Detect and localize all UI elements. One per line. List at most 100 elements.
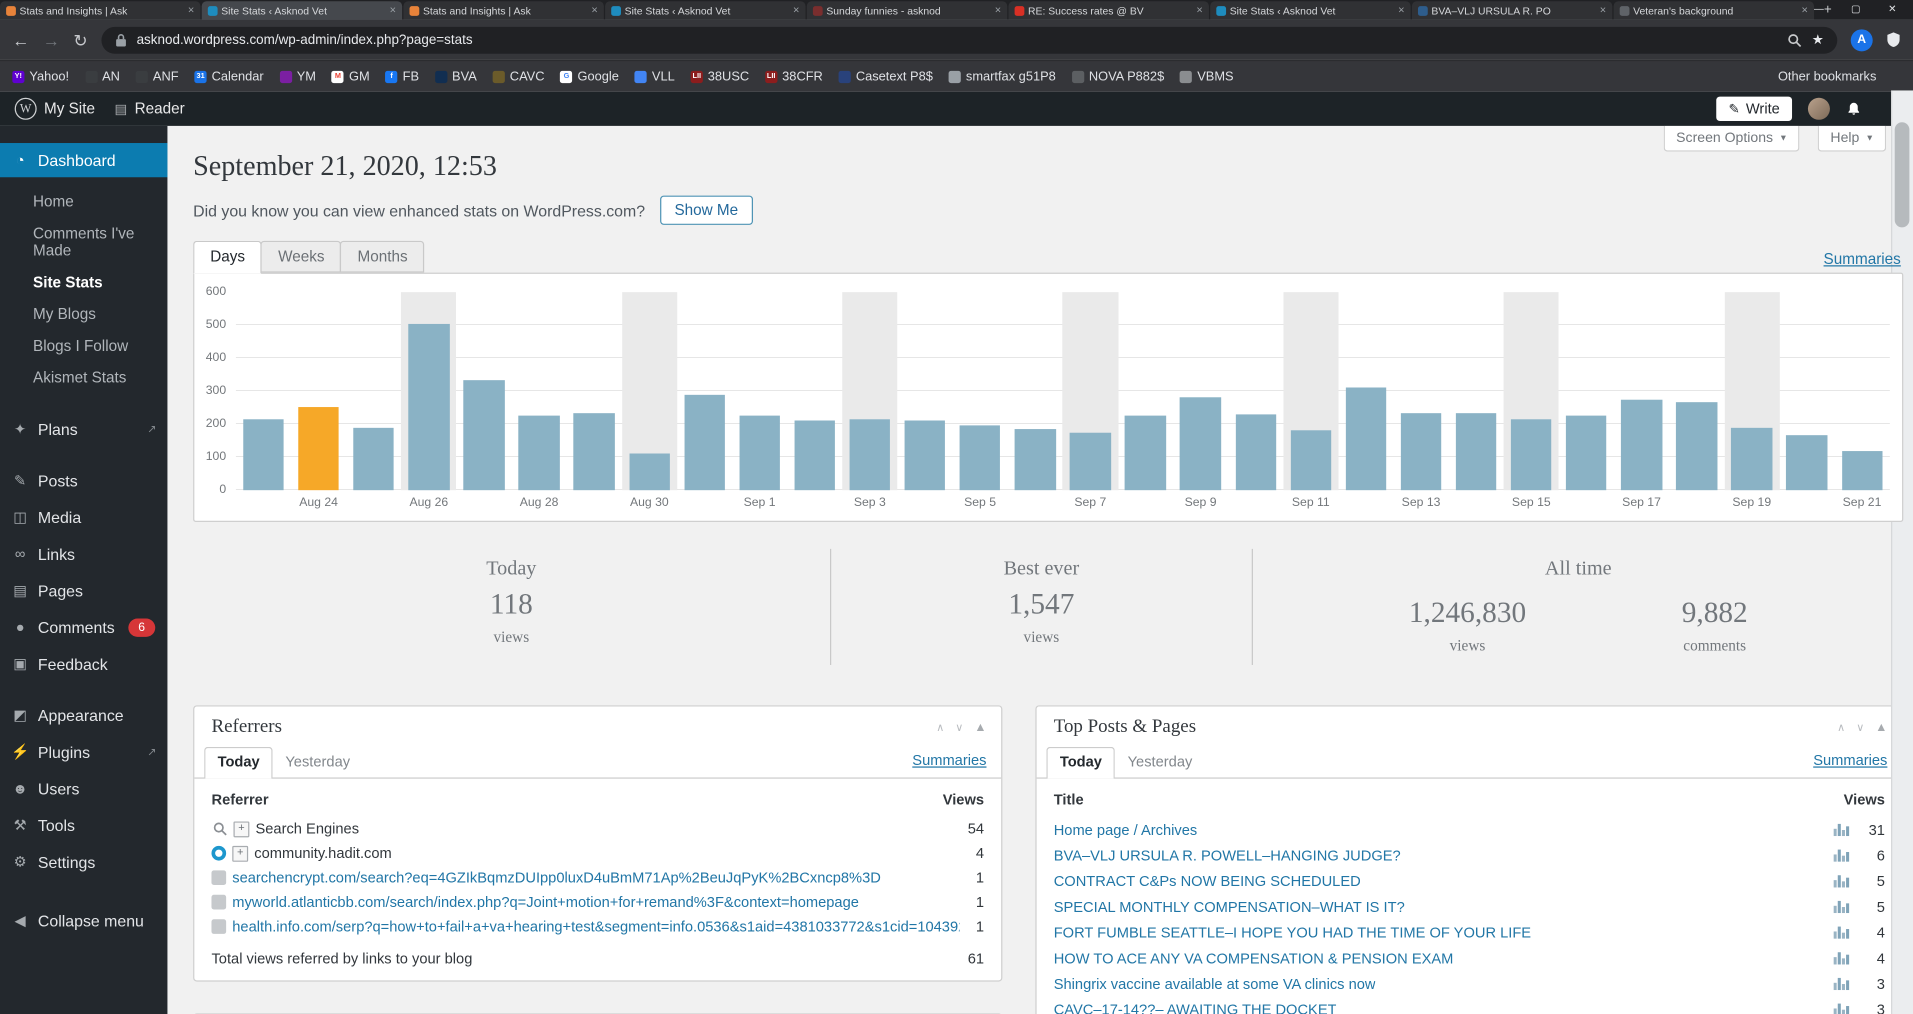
chart-bar[interactable] [684, 394, 725, 491]
chart-bar[interactable] [739, 415, 780, 491]
tab-close-icon[interactable]: × [591, 4, 597, 16]
address-bar[interactable]: asknod.wordpress.com/wp-admin/index.php?… [101, 26, 1838, 54]
bookmark-cavc[interactable]: CAVC [492, 69, 545, 84]
profile-avatar[interactable]: A [1850, 28, 1873, 51]
chart-bar[interactable] [628, 453, 670, 491]
top-posts-summaries-link[interactable]: Summaries [1813, 752, 1887, 778]
lock-icon[interactable] [115, 32, 127, 47]
chart-bar[interactable] [518, 415, 560, 491]
chart-bar[interactable] [1014, 429, 1056, 491]
referrer-link[interactable]: searchencrypt.com/search?eq=4GZIkBqmzDUI… [232, 869, 881, 886]
post-chart-icon[interactable] [1833, 925, 1850, 939]
reader-menu[interactable]: ▤ Reader [115, 100, 185, 117]
bookmark-star-icon[interactable]: ★ [1812, 32, 1824, 48]
chart-bar[interactable] [1676, 402, 1718, 491]
chart-bar[interactable] [463, 380, 505, 491]
sidebar-item-posts[interactable]: ✎ Posts [0, 462, 167, 499]
browser-tab[interactable]: Site Stats ‹ Asknod Vet × [1210, 1, 1411, 20]
chart-bar[interactable] [408, 323, 450, 491]
sidebar-subitem-home[interactable]: Home [0, 186, 167, 218]
sidebar-item-feedback[interactable]: ▣ Feedback [0, 645, 167, 682]
collapse-menu-button[interactable]: ◀ Collapse menu [0, 902, 167, 939]
sidebar-item-plugins[interactable]: ⚡ Plugins ↗ [0, 733, 167, 770]
chart-bar[interactable] [1345, 387, 1387, 491]
chart-bar[interactable] [1455, 413, 1497, 491]
user-avatar[interactable] [1807, 97, 1830, 120]
tab-close-icon[interactable]: × [995, 4, 1001, 16]
post-chart-icon[interactable] [1833, 951, 1850, 965]
browser-tab[interactable]: Veteran's background × [1613, 1, 1815, 20]
page-scrollbar[interactable] [1891, 90, 1913, 1014]
tab-close-icon[interactable]: × [793, 4, 799, 16]
other-bookmarks-button[interactable]: Other bookmarks [1763, 69, 1901, 84]
sidebar-item-tools[interactable]: ⚒ Tools [0, 807, 167, 844]
forward-icon[interactable]: → [43, 31, 60, 48]
bookmark-vbms[interactable]: VBMS [1180, 69, 1234, 84]
expand-icon[interactable]: + [233, 820, 250, 837]
write-button[interactable]: ✎ Write [1716, 96, 1793, 122]
referrer-link[interactable]: myworld.atlanticbb.com/search/index.php?… [232, 894, 859, 911]
tab-close-icon[interactable]: × [1398, 4, 1404, 16]
tab-close-icon[interactable]: × [1196, 4, 1202, 16]
chart-bar[interactable] [573, 413, 615, 491]
chart-summaries-link[interactable]: Summaries [1824, 251, 1901, 268]
screen-options-button[interactable]: Screen Options ▼ [1663, 125, 1800, 152]
zoom-icon[interactable] [1787, 32, 1802, 47]
chart-bar[interactable] [849, 419, 891, 491]
post-link[interactable]: Home page / Archives [1054, 821, 1198, 838]
tab-yesterday[interactable]: Yesterday [273, 748, 362, 777]
bookmark-vll[interactable]: VLL [634, 69, 675, 84]
post-chart-icon[interactable] [1833, 848, 1850, 862]
post-link[interactable]: CAVC–17-14??– AWAITING THE DOCKET [1054, 1001, 1337, 1014]
chart-bar[interactable] [1069, 432, 1111, 491]
bookmark-yahoo[interactable]: Y! Yahoo! [12, 69, 69, 84]
collapse-module-icon[interactable]: ▲ [1875, 721, 1887, 734]
bookmark-an[interactable]: AN [84, 69, 120, 84]
post-link[interactable]: HOW TO ACE ANY VA COMPENSATION & PENSION… [1054, 949, 1454, 966]
chart-bar[interactable] [298, 407, 339, 491]
bookmark-casetext-p8[interactable]: Casetext P8$ [838, 69, 933, 84]
chart-bar[interactable] [1235, 414, 1277, 491]
help-button[interactable]: Help ▼ [1818, 125, 1887, 152]
chart-bar[interactable] [1400, 413, 1442, 491]
minimize-icon[interactable]: — [1801, 0, 1838, 20]
chart-bar[interactable] [1841, 451, 1883, 491]
browser-tab[interactable]: Site Stats ‹ Asknod Vet × [605, 1, 806, 20]
sidebar-subitem-comments-i-ve-made[interactable]: Comments I've Made [0, 218, 167, 267]
bookmark-ym[interactable]: YM [279, 69, 316, 84]
chart-bar[interactable] [904, 420, 946, 491]
chart-tab-months[interactable]: Months [340, 240, 425, 273]
sidebar-item-settings[interactable]: ⚙ Settings [0, 843, 167, 880]
browser-tab[interactable]: Stats and Insights | Ask × [403, 1, 604, 20]
url-text[interactable]: asknod.wordpress.com/wp-admin/index.php?… [137, 32, 1778, 47]
tab-today[interactable]: Today [204, 746, 274, 779]
chart-bar[interactable] [353, 427, 395, 491]
tab-yesterday[interactable]: Yesterday [1115, 748, 1204, 777]
referrers-summaries-link[interactable]: Summaries [912, 752, 986, 778]
sidebar-subitem-site-stats[interactable]: Site Stats [0, 266, 167, 298]
bookmark-nova-p882[interactable]: NOVA P882$ [1071, 69, 1164, 84]
bookmark-38cfr[interactable]: LII 38CFR [765, 69, 823, 84]
tab-close-icon[interactable]: × [1600, 4, 1606, 16]
move-up-icon[interactable]: ∧ [936, 721, 944, 734]
post-link[interactable]: SPECIAL MONTHLY COMPENSATION–WHAT IS IT? [1054, 898, 1405, 915]
post-chart-icon[interactable] [1833, 874, 1850, 888]
chart-bar[interactable] [1180, 397, 1221, 491]
bookmark-anf[interactable]: ANF [135, 69, 179, 84]
sidebar-item-appearance[interactable]: ◩ Appearance [0, 697, 167, 734]
move-down-icon[interactable]: ∨ [1856, 721, 1864, 734]
post-chart-icon[interactable] [1833, 823, 1850, 837]
bookmark-smartfax-g51p8[interactable]: smartfax g51P8 [948, 69, 1056, 84]
browser-tab[interactable]: Stats and Insights | Ask × [0, 1, 201, 20]
chart-bar[interactable] [1510, 419, 1552, 491]
referrer-link[interactable]: health.info.com/serp?q=how+to+fail+a+va+… [232, 918, 960, 935]
my-site-menu[interactable]: W My Site [14, 97, 95, 120]
post-chart-icon[interactable] [1833, 900, 1850, 914]
browser-tab[interactable]: Site Stats ‹ Asknod Vet × [201, 1, 403, 20]
sidebar-item-pages[interactable]: ▤ Pages [0, 572, 167, 609]
chart-bar[interactable] [794, 420, 836, 491]
chart-bar[interactable] [959, 425, 1001, 491]
post-chart-icon[interactable] [1833, 977, 1850, 991]
browser-tab[interactable]: Sunday funnies - asknod × [806, 1, 1008, 20]
sidebar-subitem-blogs-i-follow[interactable]: Blogs I Follow [0, 330, 167, 362]
